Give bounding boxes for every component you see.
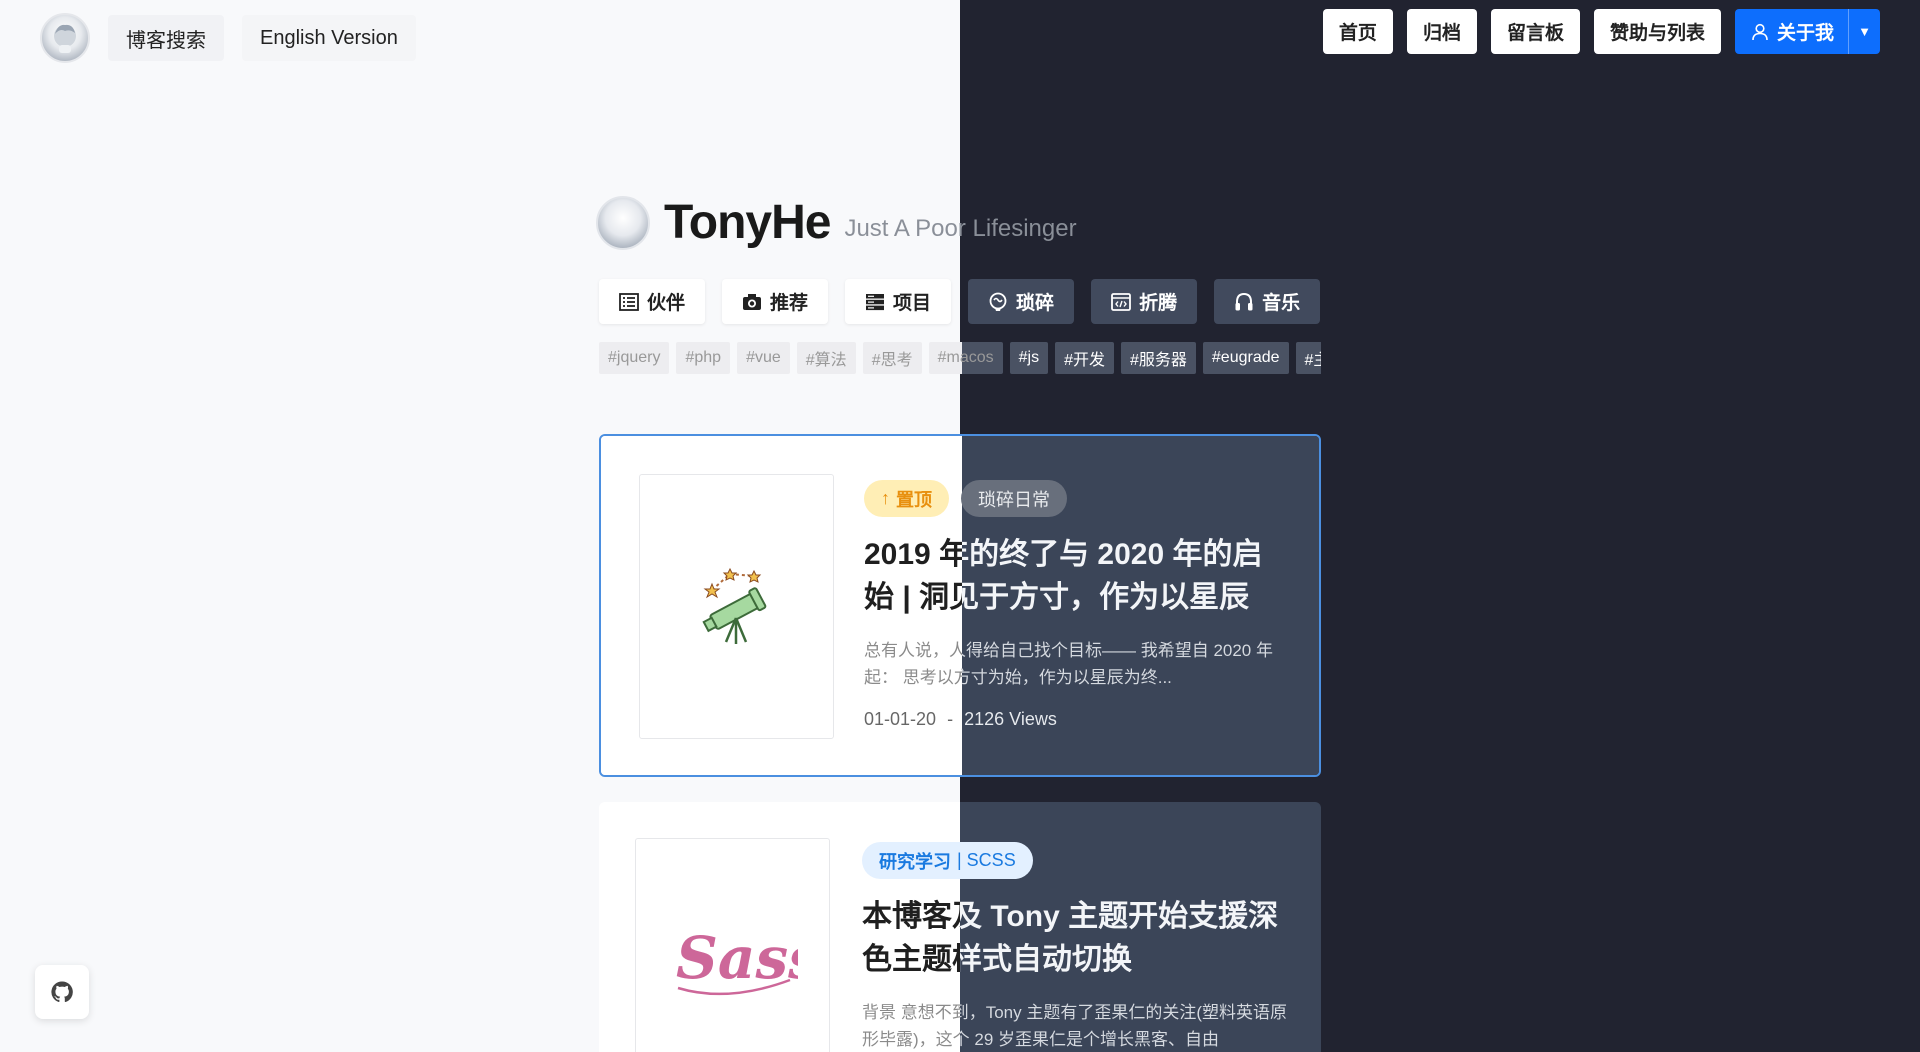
github-icon [51,981,73,1003]
category-sub-label: | SCSS [957,850,1016,870]
tag-item[interactable]: #算法 [796,342,856,374]
category-recommend-button[interactable]: 推荐 [722,279,829,324]
tag-item[interactable]: #思考 [862,342,922,374]
nav-sponsor-button[interactable]: 赞助与列表 [1593,9,1721,54]
post-views: 2126 Views [964,709,1057,729]
brain-icon [989,292,1007,311]
category-label: 折腾 [1139,293,1178,314]
post-thumbnail[interactable] [639,474,834,739]
camera-icon [743,293,762,310]
arrow-up-icon: ↑ [881,488,890,508]
post-badges: ↑ 置顶 琐碎日常 [864,480,1289,517]
category-trivia-button[interactable]: 琐碎 [968,279,1075,324]
nav-home-button[interactable]: 首页 [1322,9,1393,54]
post-card-pinned[interactable]: ↑ 置顶 琐碎日常 2019 年的终了与 2020 年的启始 | 洞见于方寸，作… [599,434,1321,777]
blog-search-link[interactable]: 博客搜索 [108,15,224,61]
headphones-icon [1235,292,1253,310]
tag-item[interactable]: #eugrade [1202,342,1289,374]
post-title[interactable]: 本博客及 Tony 主题开始支援深色主题样式自动切换 [862,895,1291,981]
sass-logo: Sass [676,924,798,996]
caret-down-icon[interactable]: ▼ [1848,9,1880,54]
tag-item[interactable]: #服务器 [1120,342,1196,374]
brand-name[interactable]: TonyHe [664,195,831,250]
avatar-face-icon [54,24,76,53]
tag-item[interactable]: #macos [928,342,1003,374]
pinned-badge: ↑ 置顶 [864,480,949,517]
post-meta: 01-01-20 - 2126 Views [864,709,1289,730]
post-thumbnail[interactable]: Sass [635,838,830,1052]
category-music-button[interactable]: 音乐 [1214,279,1321,324]
tag-item[interactable]: #jquery [599,342,670,374]
about-me-label: 关于我 [1776,23,1834,44]
brand-tagline: Just A Poor Lifesinger [844,214,1077,242]
server-icon [866,293,885,310]
tag-list: #jquery #php #vue #算法 #思考 #macos #js #开发… [599,342,1321,374]
nav-guestbook-button[interactable]: 留言板 [1490,9,1580,54]
post-category-badge[interactable]: 琐碎日常 [961,480,1067,517]
english-version-link[interactable]: English Version [242,15,416,61]
svg-text:Sass: Sass [676,924,798,992]
site-avatar[interactable] [40,13,90,63]
brand-avatar[interactable] [596,195,650,250]
post-meta-separator: - [947,709,954,729]
tag-item[interactable]: #主题 [1295,342,1321,374]
code-window-icon [1111,292,1131,311]
category-tinker-button[interactable]: 折腾 [1091,279,1198,324]
user-icon [1752,23,1768,40]
post-content: ↑ 置顶 琐碎日常 2019 年的终了与 2020 年的启始 | 洞见于方寸，作… [864,480,1289,730]
main-nav: 首页 归档 留言板 赞助与列表 关于我 ▼ [1322,9,1880,54]
telescope-icon [701,567,766,644]
site-brand: TonyHe Just A Poor Lifesinger [596,195,1077,250]
category-label: 音乐 [1262,293,1301,314]
post-excerpt: 背景 意想不到，Tony 主题有了歪果仁的关注(塑料英语原形毕露)，这个 29 … [862,999,1291,1052]
tag-item[interactable]: #开发 [1055,342,1114,374]
nav-archive-button[interactable]: 归档 [1406,9,1477,54]
pinned-label: 置顶 [896,489,932,510]
post-date: 01-01-20 [864,709,937,729]
tag-item[interactable]: #php [676,342,731,374]
category-bar: 伙伴 推荐 项目 琐碎 折腾 音乐 [599,279,1321,324]
post-title[interactable]: 2019 年的终了与 2020 年的启始 | 洞见于方寸，作为以星辰 [864,533,1289,619]
category-label: 伙伴 [647,293,686,314]
category-label: 推荐 [770,293,809,314]
post-content: 研究学习 | SCSS 本博客及 Tony 主题开始支援深色主题样式自动切换 背… [862,842,1291,1052]
post-badges: 研究学习 | SCSS [862,842,1291,879]
list-icon [619,292,639,311]
github-button[interactable] [35,965,89,1019]
post-category-badge[interactable]: 研究学习 | SCSS [862,842,1033,879]
tag-item[interactable]: #vue [737,342,790,374]
category-projects-button[interactable]: 项目 [845,279,952,324]
category-label: 项目 [893,293,932,314]
post-card[interactable]: Sass 研究学习 | SCSS 本博客及 Tony 主题开始支援深色主题样式自… [599,802,1321,1052]
top-left-bar: 博客搜索 English Version [40,12,416,64]
category-partners-button[interactable]: 伙伴 [599,279,706,324]
about-me-dropdown[interactable]: 关于我 ▼ [1734,9,1880,54]
category-main-label: 研究学习 [879,851,951,872]
post-excerpt: 总有人说，人得给自己找个目标—— 我希望自 2020 年起： 思考以方寸为始，作… [864,637,1289,691]
category-label: 琐碎 [1016,293,1055,314]
tag-item[interactable]: #js [1009,342,1049,374]
